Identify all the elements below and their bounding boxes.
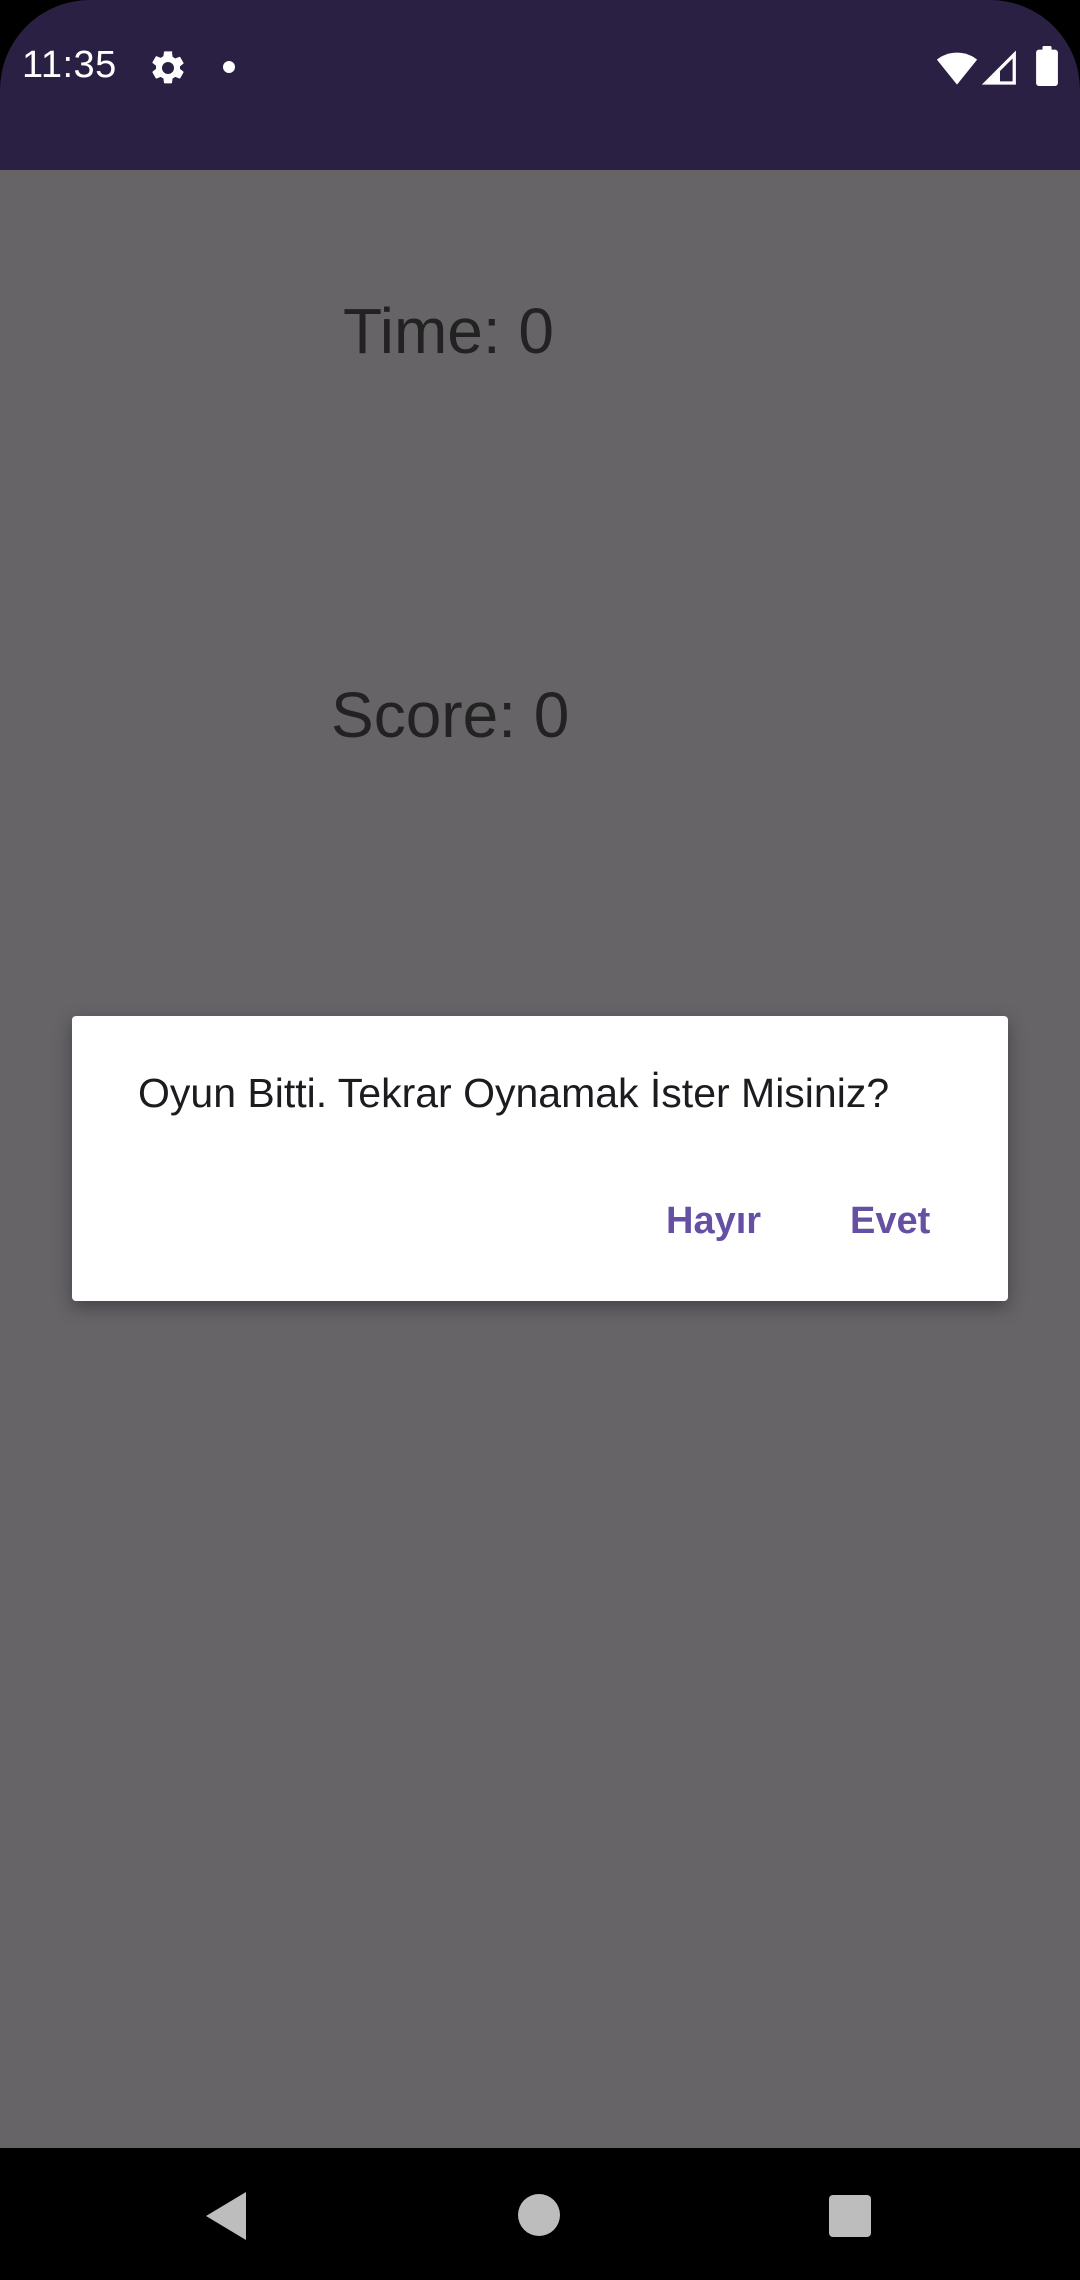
no-button[interactable]: Hayır (646, 1186, 781, 1256)
score-label: Score: 0 (331, 679, 570, 751)
wifi-icon (936, 52, 978, 85)
time-label: Time: 0 (343, 295, 554, 367)
recents-icon[interactable] (829, 2195, 871, 2237)
battery-icon (1036, 46, 1058, 86)
game-screen: Time: 0 Score: 0 Oyun Bitti. Tekrar Oyna… (0, 170, 1080, 2148)
signal-icon (982, 50, 1016, 85)
home-icon[interactable] (518, 2194, 560, 2236)
status-bar: 11:35 (0, 0, 1080, 170)
gear-icon (152, 51, 184, 84)
navigation-bar (0, 2148, 1080, 2280)
status-time: 11:35 (22, 44, 117, 86)
yes-button[interactable]: Evet (830, 1186, 950, 1256)
dialog-message: Oyun Bitti. Tekrar Oynamak İster Misiniz… (138, 1070, 890, 1116)
game-over-dialog: Oyun Bitti. Tekrar Oynamak İster Misiniz… (72, 1016, 1008, 1301)
dot-icon (223, 61, 235, 73)
back-icon[interactable] (202, 2190, 248, 2242)
phone-screen: 11:35 Time: 0 Score: 0 Oyun Bitti. Tekra… (0, 0, 1080, 2280)
